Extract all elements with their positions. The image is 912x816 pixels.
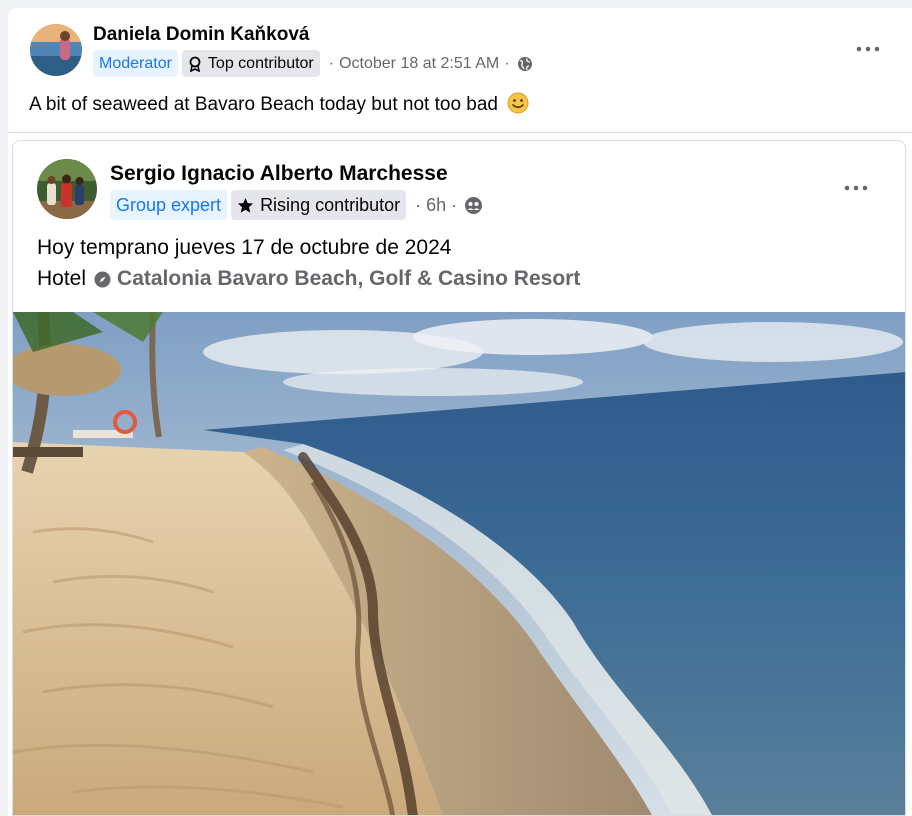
- avatar[interactable]: [30, 24, 82, 76]
- more-options-button[interactable]: [850, 30, 886, 66]
- more-horizontal-icon: [844, 178, 868, 196]
- top-contributor-badge[interactable]: Top contributor: [181, 50, 320, 77]
- group-expert-badge[interactable]: Group expert: [110, 190, 228, 220]
- beach-photo[interactable]: [13, 312, 905, 815]
- rising-contributor-label: Rising contributor: [260, 194, 401, 215]
- more-options-button[interactable]: [838, 169, 874, 205]
- post-text: A bit of seaweed at Bavaro Beach today b…: [29, 92, 529, 120]
- shared-post[interactable]: Sergio Ignacio Alberto Marchesse Group e…: [12, 140, 906, 816]
- post-location-line: Hotel Catalonia Bavaro Beach, Golf & Cas…: [37, 267, 580, 291]
- more-horizontal-icon: [856, 39, 880, 57]
- separator: ·: [451, 194, 458, 215]
- post-text-body: A bit of seaweed at Bavaro Beach today b…: [29, 94, 498, 115]
- place-link[interactable]: Catalonia Bavaro Beach, Golf & Casino Re…: [117, 267, 580, 291]
- post-text-line: Hoy temprano jueves 17 de octubre de 202…: [37, 236, 452, 259]
- star-icon: [237, 197, 254, 214]
- divider: [8, 132, 912, 133]
- place-prefix: Hotel: [37, 267, 87, 290]
- slightly-smiling-face-emoji: [507, 92, 529, 120]
- award-icon: [188, 56, 202, 72]
- moderator-badge[interactable]: Moderator: [93, 50, 178, 77]
- author-meta: Group expert Rising contributor · 6h ·: [110, 190, 483, 220]
- post-timestamp[interactable]: October 18 at 2:51 AM: [339, 55, 499, 73]
- author-name[interactable]: Daniela Domin Kaňková: [93, 24, 309, 46]
- author-name[interactable]: Sergio Ignacio Alberto Marchesse: [110, 162, 448, 186]
- outer-post: Daniela Domin Kaňková Moderator Top cont…: [8, 8, 912, 816]
- top-contributor-label: Top contributor: [207, 54, 314, 72]
- separator: ·: [328, 54, 335, 72]
- avatar[interactable]: [37, 159, 97, 219]
- separator: ·: [504, 54, 510, 72]
- friends-group-icon[interactable]: [464, 196, 483, 215]
- globe-icon[interactable]: [517, 56, 533, 72]
- post-timestamp[interactable]: 6h: [426, 195, 446, 216]
- compass-icon: [94, 271, 111, 288]
- rising-contributor-badge[interactable]: Rising contributor: [231, 190, 407, 220]
- author-meta: Moderator Top contributor · October 18 a…: [93, 50, 533, 77]
- separator: ·: [415, 194, 422, 215]
